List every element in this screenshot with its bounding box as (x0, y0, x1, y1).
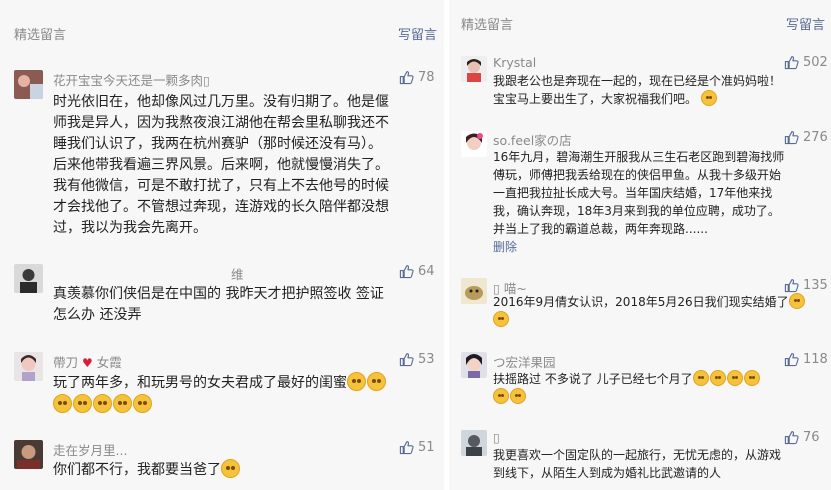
like-count: 51 (418, 440, 435, 455)
like-button[interactable]: 502 (784, 55, 828, 70)
thumbs-up-icon (399, 440, 414, 455)
thumbs-up-icon (784, 130, 799, 145)
like-button[interactable]: 53 (399, 352, 435, 367)
like-count: 78 (418, 70, 435, 85)
commenter-nickname: 花开宝宝今天还是一颗多肉▯ (53, 73, 210, 88)
blush-emoji-icon (73, 394, 92, 413)
delete-comment-link[interactable]: 删除 (493, 238, 784, 256)
heart-icon: ♥ (82, 356, 93, 370)
like-button[interactable]: 76 (784, 430, 820, 445)
comment-text: 时光依旧在，他却像风过几万里。没有归期了。他是偃 师我是异人，因为我熬夜浪江湖他… (53, 94, 389, 236)
like-count: 502 (803, 55, 828, 70)
avatar[interactable] (14, 70, 43, 99)
avatar[interactable] (14, 440, 43, 469)
like-count: 64 (418, 264, 435, 279)
thumbs-up-icon (784, 278, 799, 293)
like-count: 135 (803, 278, 828, 293)
grimace-emoji-icon (709, 370, 726, 386)
comment-text: 真羡慕你们侠侣是在中国的 我昨天才把护照签收 签证 怎么办 还没弄 (53, 286, 384, 323)
grimace-emoji-icon (692, 370, 709, 386)
thumbs-up-icon (399, 264, 414, 279)
featured-comments-title: 精选留言 (14, 28, 67, 43)
comment-text: 16年九月，碧海潮生开服我从三生石老区跑到碧海找师 傅玩，师傅把我丢给现在的侠侣… (493, 150, 785, 256)
avatar[interactable] (461, 131, 487, 157)
commenter-nickname: つ宏洋果园 (493, 355, 556, 370)
avatar[interactable] (14, 352, 43, 381)
like-count: 118 (803, 352, 828, 367)
commenter-nickname: so.feel家の店 (493, 133, 572, 148)
write-comment-link[interactable]: 写留言 (398, 24, 437, 43)
like-button[interactable]: 78 (399, 70, 435, 85)
comment-text: 玩了两年多，和玩男号的女夫君成了最好的闺蜜 (53, 372, 387, 416)
grimace-emoji-icon (493, 388, 509, 404)
write-comment-link[interactable]: 写留言 (786, 14, 825, 33)
grimace-emoji-icon (510, 388, 526, 404)
thumbs-up-icon (399, 70, 414, 85)
thumbs-up-icon (784, 55, 799, 70)
smile-emoji-icon (700, 90, 717, 106)
like-button[interactable]: 64 (399, 264, 435, 279)
like-count: 276 (803, 130, 828, 145)
thumbs-up-icon (784, 430, 799, 445)
thumbs-up-icon (784, 352, 799, 367)
avatar[interactable] (461, 430, 487, 456)
blush-emoji-icon (133, 394, 152, 413)
blush-emoji-icon (788, 293, 805, 309)
left-panel-header: 精选留言 写留言 (0, 0, 444, 48)
left-comment-panel: 精选留言 写留言 花开宝宝今天还是一颗多肉▯ 78 时光依旧在，他却像风过几万里… (0, 0, 444, 490)
commenter-nickname: 维 (231, 267, 244, 282)
commenter-nickname: ▯ (493, 430, 500, 445)
laughing-emoji-icon (221, 459, 240, 478)
comment-text: 你们都不行，我都要当爸了 (53, 459, 241, 481)
like-button[interactable]: 276 (784, 130, 828, 145)
avatar[interactable] (461, 56, 487, 82)
like-count: 76 (803, 430, 820, 445)
comment-text: 扶摇路过 不多说了 儿子已经七个月了 (493, 370, 761, 406)
comment-text: 2016年9月倩女认识，2018年5月26日我们现实结婚了 (493, 293, 806, 329)
comment-text: 我跟老公也是奔现在一起的，现在已经是个准妈妈啦！ 宝宝马上要出生了，大家祝福我们… (493, 74, 782, 106)
commenter-nickname: Krystal (493, 55, 537, 70)
avatar[interactable] (14, 264, 43, 293)
grimace-emoji-icon (743, 370, 760, 386)
commenter-nickname: 帶刀 ♥ 女霞 (53, 355, 122, 370)
blush-emoji-icon (493, 311, 509, 327)
like-button[interactable]: 51 (399, 440, 435, 455)
blush-emoji-icon (367, 372, 386, 391)
blush-emoji-icon (347, 372, 366, 391)
featured-comments-title: 精选留言 (461, 18, 514, 33)
blush-emoji-icon (53, 394, 72, 413)
like-button[interactable]: 135 (784, 278, 828, 293)
grimace-emoji-icon (726, 370, 743, 386)
blush-emoji-icon (113, 394, 132, 413)
like-count: 53 (418, 352, 435, 367)
thumbs-up-icon (399, 352, 414, 367)
avatar[interactable] (461, 352, 487, 378)
right-comment-panel: 精选留言 写留言 Krystal 502 我跟老公也是奔现在一起的，现在已经是个… (449, 0, 831, 490)
right-panel-header: 精选留言 写留言 (449, 0, 831, 48)
commenter-nickname: 走在岁月里... (53, 443, 128, 458)
like-button[interactable]: 118 (784, 352, 828, 367)
blush-emoji-icon (93, 394, 112, 413)
avatar[interactable] (461, 278, 487, 304)
comment-text: 我更喜欢一个固定队的一起旅行，无忧无虑的，从游戏 到线下，从陌生人到成为婚礼比武… (493, 448, 782, 480)
